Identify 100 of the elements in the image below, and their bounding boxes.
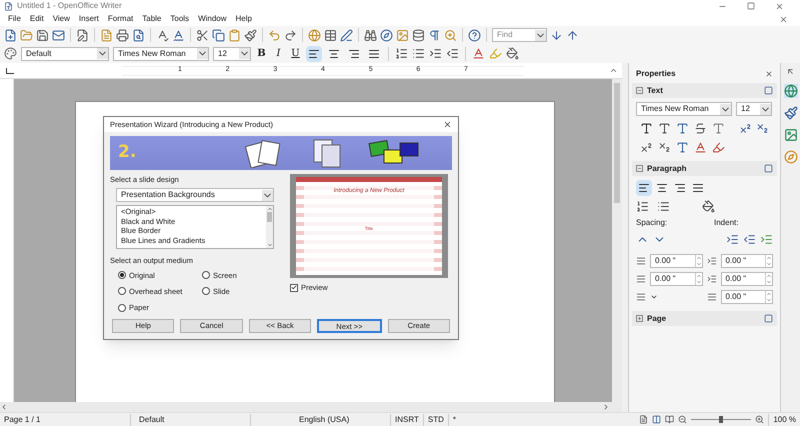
font-color-icon[interactable] [472,47,485,60]
insert-mode[interactable]: INSRT [390,414,423,426]
menu-item[interactable]: Table [138,13,166,25]
font-color-icon[interactable] [694,141,707,154]
indent-increase-icon[interactable] [429,47,442,60]
zoom-out-icon[interactable] [678,415,688,424]
spin-up-icon[interactable] [696,255,702,261]
format-button[interactable]: I [272,46,285,61]
highlighter-icon[interactable] [712,141,725,154]
formatting-marks-icon[interactable] [428,28,441,42]
size-combo[interactable]: 12 [213,46,251,60]
more-options-icon[interactable] [764,314,773,323]
selection-mode[interactable]: STD [422,414,448,426]
close-icon[interactable] [443,120,452,129]
restore-icon[interactable] [747,2,755,10]
horizontal-scrollbar[interactable] [0,402,622,412]
styles-tab-icon[interactable] [784,106,798,120]
redo-icon[interactable] [284,28,297,42]
spin-field[interactable]: 0.00 " [720,254,773,268]
scrollbar-thumb[interactable] [267,212,272,222]
find-next-icon[interactable] [550,28,563,42]
spin-up-icon[interactable] [696,273,702,279]
radio-button[interactable] [118,271,126,280]
paintbrush-icon[interactable] [244,28,257,42]
font-combo[interactable]: Times New Roman [113,46,209,60]
align-button[interactable] [306,46,322,62]
close-document-icon[interactable] [779,14,788,24]
checkbox[interactable] [290,284,298,292]
spin-down-icon[interactable] [766,297,772,303]
draw-icon[interactable] [340,28,353,42]
size-combo[interactable]: 12 [736,102,772,116]
zoom-in-icon[interactable] [755,415,764,424]
database-icon[interactable] [412,28,425,42]
properties-tab-icon[interactable] [784,84,798,98]
spacing-icon[interactable] [636,256,646,266]
edit-file-icon[interactable] [76,28,89,42]
scroll-right-icon[interactable] [602,403,610,411]
format-button[interactable]: B [255,46,268,61]
radio-button[interactable] [118,287,126,296]
page-preview-icon[interactable] [132,28,145,42]
spin-up-icon[interactable] [766,273,772,279]
superscript-icon[interactable] [640,141,653,154]
language[interactable]: English (USA) [250,414,390,426]
sidebar-menu-icon[interactable] [786,67,795,76]
find-input[interactable]: Find [497,29,535,41]
spin-field[interactable]: 0.00 " [720,272,773,286]
radio-button[interactable] [118,304,126,312]
multi-page-view-icon[interactable] [652,415,662,424]
style-combo[interactable]: Default [21,46,109,60]
menu-item[interactable]: Format [104,13,138,25]
paragraph-background-icon[interactable] [702,200,715,213]
vertical-scrollbar[interactable] [612,79,622,402]
align-button[interactable] [636,180,652,196]
print-icon[interactable] [116,28,129,42]
more-options-icon[interactable] [764,164,773,173]
decrease-indent-icon[interactable] [743,233,756,246]
spin-down-icon[interactable] [766,261,772,267]
more-options-icon[interactable] [764,86,773,95]
strikethrough-icon[interactable] [694,122,707,135]
indent-icon[interactable] [706,274,716,284]
page-style[interactable]: Default [130,414,250,426]
spin-field[interactable]: 0.00 " [650,272,702,286]
scroll-up-icon[interactable] [609,66,618,75]
expand-icon[interactable] [636,315,643,322]
spin-down-icon[interactable] [696,279,702,285]
hanging-indent-icon[interactable] [760,233,773,246]
spacing-icon[interactable] [636,274,646,284]
spin-field[interactable]: 0.00 " [720,290,773,304]
indent-icon[interactable] [706,256,716,266]
paint-bucket-icon[interactable] [506,47,519,60]
menu-item[interactable]: File [4,13,25,25]
new-document-icon[interactable] [4,28,17,42]
scroll-left-icon[interactable] [0,403,8,411]
close-icon[interactable] [775,2,784,10]
cut-icon[interactable] [196,28,209,42]
spin-up-icon[interactable] [766,255,772,261]
binoculars-icon[interactable] [364,28,377,42]
styles-icon[interactable] [4,47,17,60]
section-header[interactable]: Page [632,311,777,326]
first-line-indent-icon[interactable] [706,292,716,302]
spellcheck-icon[interactable] [156,28,169,42]
find-previous-icon[interactable] [566,28,579,42]
spin-field[interactable]: 0.00 " [650,254,702,268]
save-icon[interactable] [36,28,49,42]
menu-item[interactable]: Help [232,13,256,25]
menu-item[interactable]: Insert [74,13,103,25]
collapse-icon[interactable] [636,165,643,172]
close-icon[interactable] [765,70,773,78]
bullet-list-icon[interactable] [636,200,649,213]
zoom-icon[interactable] [444,28,457,42]
copy-icon[interactable] [212,28,225,42]
collapse-icon[interactable] [636,87,643,94]
gallery-tab-icon[interactable] [784,128,798,142]
menu-item[interactable]: Window [194,13,231,25]
spin-down-icon[interactable] [696,261,702,267]
spin-down-icon[interactable] [766,279,772,285]
increase-indent-icon[interactable] [726,233,739,246]
navigator-icon[interactable] [380,28,393,42]
help-icon[interactable] [468,28,481,42]
menu-item[interactable]: Edit [26,13,48,25]
